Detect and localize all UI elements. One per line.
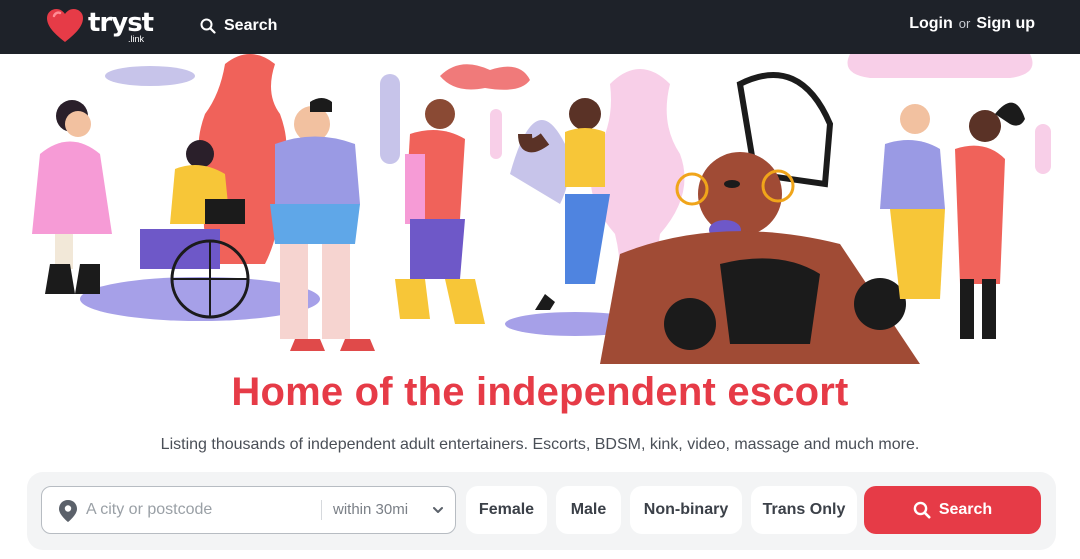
filter-male[interactable]: Male xyxy=(556,486,621,534)
nav-search-label: Search xyxy=(224,17,278,34)
nav-search-link[interactable]: Search xyxy=(200,15,277,37)
logo[interactable]: tryst .link xyxy=(46,8,156,46)
top-navbar: tryst .link Search Login or Sign up xyxy=(0,0,1080,54)
search-button-label: Search xyxy=(938,501,993,518)
filter-female[interactable]: Female xyxy=(466,486,547,534)
search-icon xyxy=(200,18,216,34)
auth-links: Login or Sign up xyxy=(909,15,1035,33)
location-input[interactable] xyxy=(86,497,316,523)
hero-artwork xyxy=(32,54,1051,364)
location-field[interactable]: within 30mi xyxy=(41,486,456,534)
chevron-down-icon[interactable] xyxy=(432,504,444,516)
map-pin-icon xyxy=(59,500,77,522)
search-icon xyxy=(913,501,931,519)
page-title: Home of the independent escort xyxy=(231,370,849,414)
logo-domain: .link xyxy=(128,34,145,44)
or-separator: or xyxy=(958,16,971,31)
hero-illustration xyxy=(0,54,1080,366)
page-subtitle: Listing thousands of independent adult e… xyxy=(160,436,920,453)
search-button[interactable]: Search xyxy=(864,486,1041,534)
heart-logo-icon xyxy=(47,9,83,42)
login-link[interactable]: Login xyxy=(909,15,953,33)
radius-select[interactable]: within 30mi xyxy=(333,501,408,518)
field-divider xyxy=(321,500,322,520)
search-bar: within 30mi Female Male Non-binary Trans… xyxy=(27,472,1056,550)
filter-trans-only[interactable]: Trans Only xyxy=(751,486,857,534)
signup-link[interactable]: Sign up xyxy=(976,15,1035,33)
filter-non-binary[interactable]: Non-binary xyxy=(630,486,742,534)
